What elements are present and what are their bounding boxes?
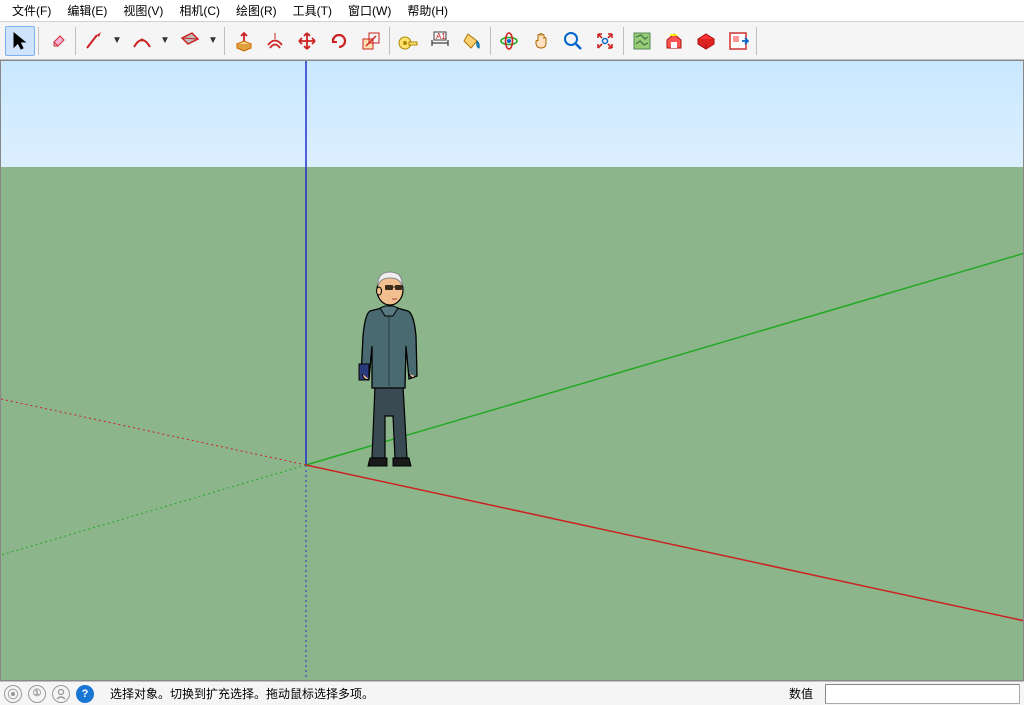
zoom-tool[interactable] [558,26,588,56]
menu-help[interactable]: 帮助(H) [399,0,456,21]
separator [623,27,624,55]
line-tool[interactable] [79,26,109,56]
menu-camera[interactable]: 相机(C) [171,0,228,21]
offset-tool[interactable] [260,26,290,56]
geo-location-icon[interactable]: ⦿ [4,685,22,703]
credits-icon[interactable]: ① [28,685,46,703]
pan-tool[interactable] [526,26,556,56]
menu-view[interactable]: 视图(V) [115,0,171,21]
arc-tool[interactable] [127,26,157,56]
3d-warehouse-tool[interactable] [659,26,689,56]
zoom-extents-tool[interactable] [590,26,620,56]
toolbar: ▼ ▼ ▼ A1 [0,22,1024,60]
separator [224,27,225,55]
shape-tool-dropdown[interactable]: ▼ [206,35,220,46]
profile-icon[interactable] [52,685,70,703]
separator [756,27,757,55]
move-tool[interactable] [292,26,322,56]
human-figure[interactable] [345,266,435,471]
layout-tool[interactable] [723,26,753,56]
separator [38,27,39,55]
separator [75,27,76,55]
eraser-tool[interactable] [42,26,72,56]
push-pull-tool[interactable] [228,26,258,56]
paint-bucket-tool[interactable] [457,26,487,56]
arc-tool-dropdown[interactable]: ▼ [158,35,172,46]
tape-measure-tool[interactable] [393,26,423,56]
red-axis-neg [1,399,306,465]
value-input[interactable] [825,684,1020,704]
separator [389,27,390,55]
status-bar: ⦿ ① ? 选择对象。切换到扩充选择。拖动鼠标选择多项。 数值 [0,681,1024,705]
red-axis-pos [306,465,1023,621]
status-hint: 选择对象。切换到扩充选择。拖动鼠标选择多项。 [100,685,777,702]
value-label: 数值 [783,685,819,702]
menu-tools[interactable]: 工具(T) [285,0,340,21]
viewport-3d[interactable] [0,60,1024,681]
get-location-tool[interactable] [627,26,657,56]
rectangle-tool[interactable] [175,26,205,56]
select-tool[interactable] [5,26,35,56]
scale-tool[interactable] [356,26,386,56]
menu-bar: 文件(F) 编辑(E) 视图(V) 相机(C) 绘图(R) 工具(T) 窗口(W… [0,0,1024,22]
axes-overlay [1,61,1023,680]
extension-warehouse-tool[interactable] [691,26,721,56]
rotate-tool[interactable] [324,26,354,56]
menu-window[interactable]: 窗口(W) [340,0,399,21]
line-tool-dropdown[interactable]: ▼ [110,35,124,46]
menu-file[interactable]: 文件(F) [4,0,59,21]
orbit-tool[interactable] [494,26,524,56]
menu-edit[interactable]: 编辑(E) [59,0,115,21]
help-icon[interactable]: ? [76,685,94,703]
dimension-tool[interactable]: A1 [425,26,455,56]
menu-draw[interactable]: 绘图(R) [228,0,285,21]
separator [490,27,491,55]
green-axis-neg [1,465,306,555]
